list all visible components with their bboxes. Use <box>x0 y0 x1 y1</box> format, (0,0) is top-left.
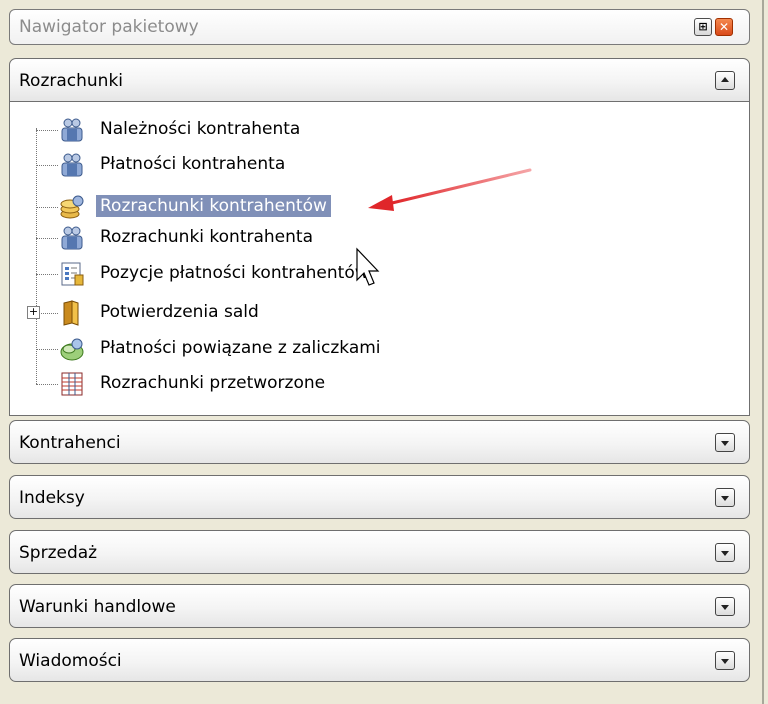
tree-item-label: Rozrachunki kontrahentów <box>96 195 331 217</box>
expand-chevron-icon[interactable] <box>715 433 735 452</box>
navigator-title-bar: Nawigator pakietowy ⊞ ✕ <box>9 9 750 45</box>
expand-chevron-icon[interactable] <box>715 651 735 670</box>
tree-item[interactable]: Płatności powiązane z zaliczkami <box>36 331 456 367</box>
collapse-chevron-icon[interactable] <box>715 71 735 90</box>
expand-chevron-icon[interactable] <box>715 488 735 507</box>
tree-item[interactable]: Rozrachunki przetworzone <box>36 366 456 402</box>
tree-item[interactable]: Pozycje płatności kontrahentów <box>36 256 456 292</box>
tree-item-label: Należności kontrahenta <box>100 119 301 139</box>
navigator-title: Nawigator pakietowy <box>19 17 199 37</box>
tree-connector <box>36 238 58 239</box>
section-label: Rozrachunki <box>19 71 124 91</box>
linked-payments-icon <box>60 338 84 361</box>
section-indeksy[interactable]: Indeksy <box>9 475 750 519</box>
section-rozrachunki[interactable]: Rozrachunki <box>9 58 750 102</box>
tree-item-label: Potwierdzenia sald <box>100 302 259 322</box>
section-label: Kontrahenci <box>19 433 121 453</box>
tree-item[interactable]: Należności kontrahenta <box>36 112 456 148</box>
users-icon <box>61 226 83 250</box>
section-label: Indeksy <box>19 488 85 508</box>
pin-button[interactable]: ⊞ <box>694 18 712 36</box>
expand-plus-icon[interactable]: + <box>27 306 40 319</box>
tree-connector <box>36 384 58 385</box>
tree-connector <box>36 130 58 131</box>
document-list-icon <box>61 262 84 286</box>
users-icon <box>61 118 83 142</box>
tree-item[interactable]: Płatności kontrahenta <box>36 147 456 183</box>
tree-item-label: Rozrachunki przetworzone <box>100 373 326 393</box>
tree-item[interactable]: Potwierdzenia sald <box>36 295 456 331</box>
tree-connector <box>36 207 58 208</box>
ledger-icon <box>61 372 83 396</box>
section-warunki-handlowe[interactable]: Warunki handlowe <box>9 584 750 628</box>
section-label: Warunki handlowe <box>19 597 176 617</box>
expand-chevron-icon[interactable] <box>715 597 735 616</box>
section-wiadomosci[interactable]: Wiadomości <box>9 638 750 682</box>
tree-item-label: Płatności kontrahenta <box>100 154 286 174</box>
users-icon <box>61 153 83 177</box>
section-label: Wiadomości <box>19 651 122 671</box>
window-edge <box>762 0 764 704</box>
expand-chevron-icon[interactable] <box>715 543 735 562</box>
tree-item-label: Pozycje płatności kontrahentów <box>100 263 369 283</box>
tree-item[interactable]: Rozrachunki kontrahenta <box>36 220 456 256</box>
close-button[interactable]: ✕ <box>715 18 733 36</box>
coins-icon <box>60 195 84 219</box>
tree-connector <box>36 165 58 166</box>
pin-icon: ⊞ <box>698 20 708 33</box>
section-sprzedaz[interactable]: Sprzedaż <box>9 530 750 574</box>
section-label: Sprzedaż <box>19 543 98 563</box>
tree-item-label: Płatności powiązane z zaliczkami <box>100 338 381 358</box>
section-kontrahenci[interactable]: Kontrahenci <box>9 420 750 464</box>
close-icon: ✕ <box>718 20 730 34</box>
folder-icon <box>63 300 79 326</box>
tree-item-label: Rozrachunki kontrahenta <box>100 227 313 247</box>
tree-connector <box>36 349 58 350</box>
tree-connector <box>36 274 58 275</box>
